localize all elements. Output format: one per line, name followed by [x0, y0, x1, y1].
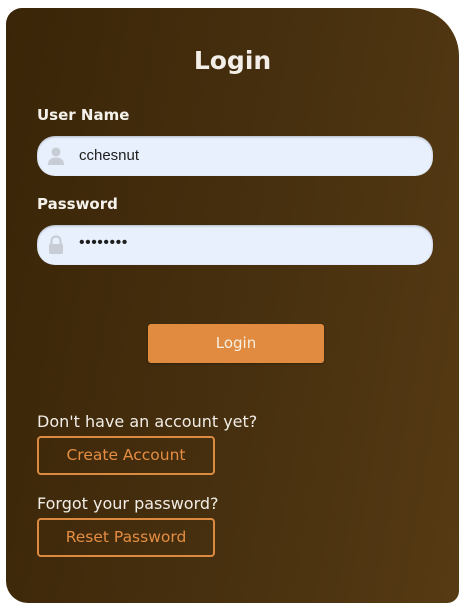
reset-password-button[interactable]: Reset Password [37, 518, 215, 557]
password-label: Password [37, 195, 118, 213]
password-value: •••••••• [79, 234, 128, 251]
username-label: User Name [37, 106, 130, 124]
lock-icon [47, 235, 65, 255]
create-account-button[interactable]: Create Account [37, 436, 215, 475]
login-button[interactable]: Login [148, 324, 324, 363]
username-value: cchesnut [79, 147, 140, 164]
user-icon [47, 146, 65, 166]
password-field[interactable]: •••••••• [37, 225, 433, 265]
forgot-password-prompt: Forgot your password? [37, 494, 219, 513]
login-title: Login [193, 46, 272, 75]
username-field[interactable]: cchesnut [37, 136, 433, 176]
no-account-prompt: Don't have an account yet? [37, 412, 258, 431]
login-card: Login User Name cchesnut Password ••••••… [6, 8, 459, 603]
